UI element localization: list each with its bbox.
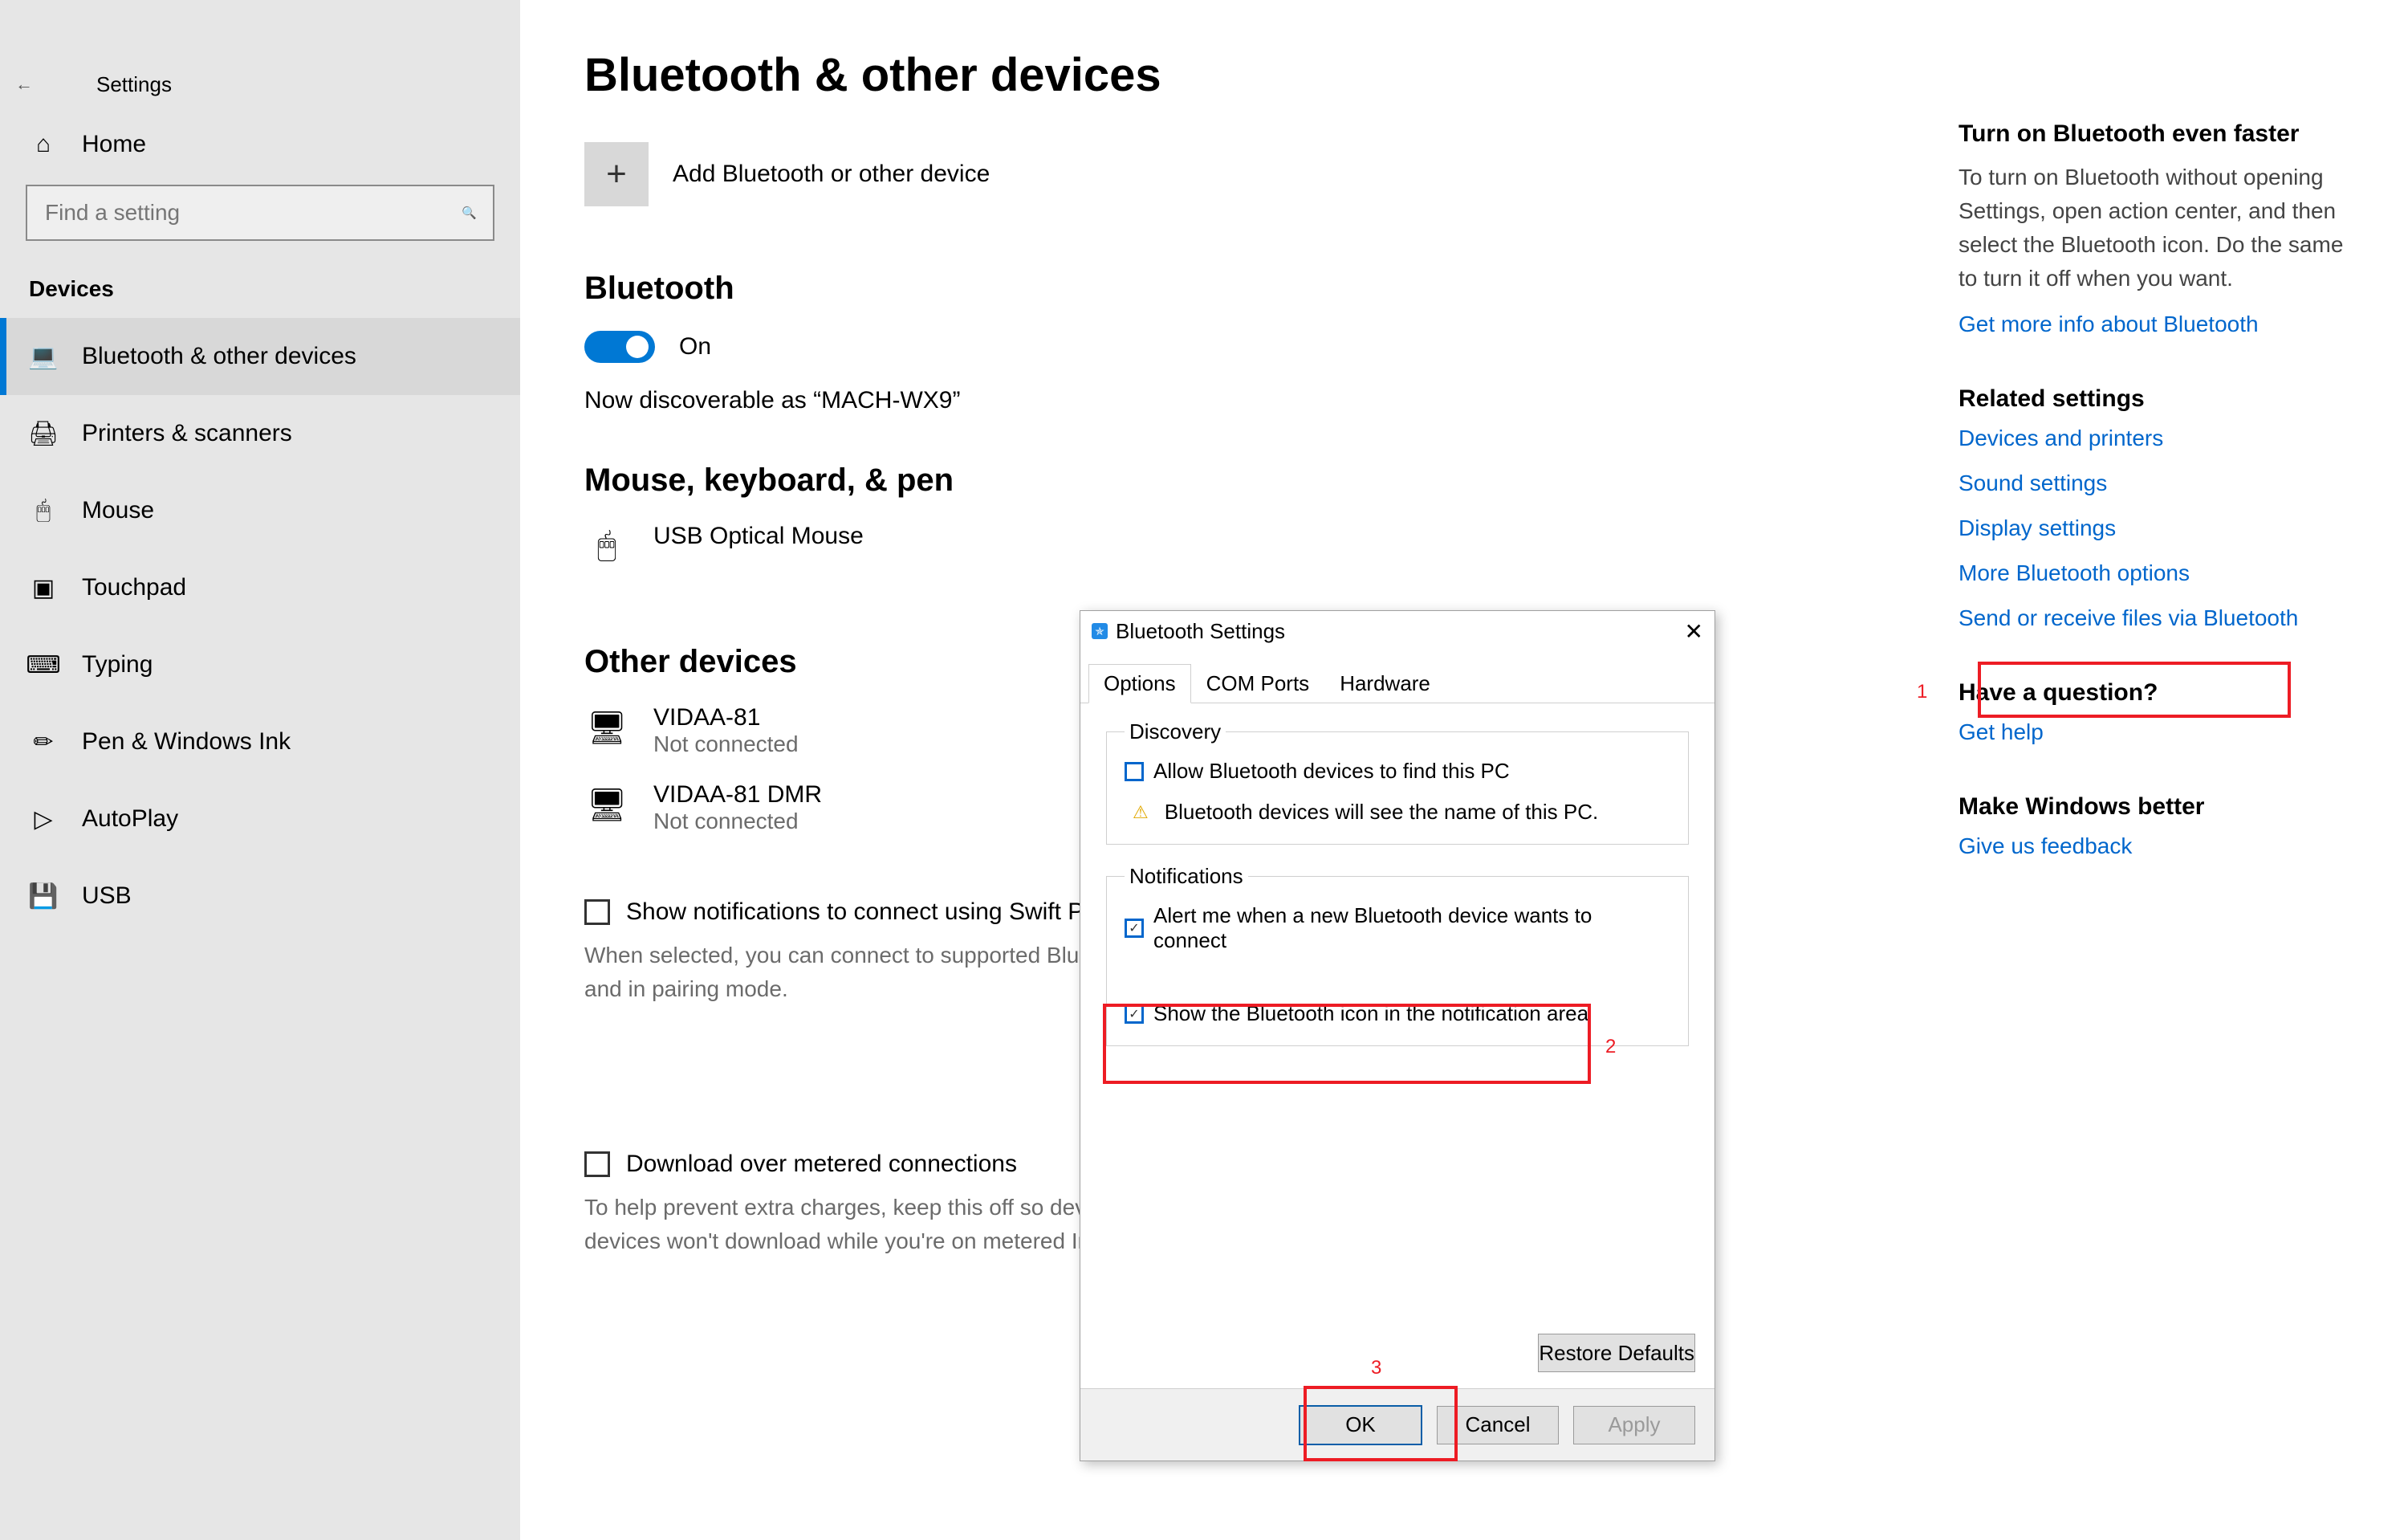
usb-icon: 💾 bbox=[29, 882, 58, 911]
allow-discovery-label: Allow Bluetooth devices to find this PC bbox=[1153, 759, 1510, 784]
nav-home[interactable]: ⌂ Home bbox=[0, 112, 520, 177]
settings-sidebar: ← Settings ⌂ Home 🔍 Devices 💻 Bluetooth … bbox=[0, 0, 520, 1540]
swift-pair-checkbox[interactable] bbox=[584, 899, 610, 925]
settings-aside: Turn on Bluetooth even faster To turn on… bbox=[1959, 120, 2344, 878]
nav-label: AutoPlay bbox=[82, 805, 178, 833]
show-bluetooth-icon-checkbox[interactable] bbox=[1125, 1004, 1144, 1024]
ok-button[interactable]: OK bbox=[1299, 1405, 1422, 1445]
metered-label: Download over metered connections bbox=[626, 1151, 1017, 1178]
nav-home-label: Home bbox=[82, 131, 146, 158]
bluetooth-devices-icon: 💻 bbox=[29, 343, 58, 371]
nav-label: Touchpad bbox=[82, 574, 186, 601]
search-field[interactable]: 🔍 bbox=[26, 185, 494, 241]
screen-device-icon: 🖥 bbox=[584, 704, 629, 747]
warning-icon: ⚠ bbox=[1133, 802, 1149, 823]
notifications-legend: Notifications bbox=[1125, 864, 1248, 889]
nav-touchpad[interactable]: ▣ Touchpad bbox=[0, 549, 520, 626]
discovery-legend: Discovery bbox=[1125, 719, 1226, 744]
link-send-receive-files[interactable]: Send or receive files via Bluetooth bbox=[1959, 605, 2344, 631]
add-device-label: Add Bluetooth or other device bbox=[673, 161, 990, 188]
alert-new-device-label: Alert me when a new Bluetooth device wan… bbox=[1153, 903, 1670, 953]
discovery-warning-text: Bluetooth devices will see the name of t… bbox=[1165, 800, 1599, 825]
metered-checkbox[interactable] bbox=[584, 1151, 610, 1177]
mouse-icon: 🖱 bbox=[29, 497, 58, 524]
link-get-help[interactable]: Get help bbox=[1959, 719, 2344, 745]
device-status: Not connected bbox=[653, 809, 822, 834]
link-display-settings[interactable]: Display settings bbox=[1959, 515, 2344, 541]
nav-label: Typing bbox=[82, 651, 153, 678]
discovery-fieldset: Discovery Allow Bluetooth devices to fin… bbox=[1106, 719, 1689, 845]
dialog-button-row: OK Cancel Apply bbox=[1080, 1388, 1714, 1461]
dialog-title: Bluetooth Settings bbox=[1116, 619, 1285, 644]
dialog-titlebar[interactable]: ✯ Bluetooth Settings ✕ bbox=[1080, 611, 1714, 651]
nav-label: Bluetooth & other devices bbox=[82, 343, 356, 370]
dialog-close-button[interactable]: ✕ bbox=[1685, 618, 1703, 645]
mouse-device-icon: 🖱 bbox=[584, 523, 629, 564]
autoplay-icon: ▷ bbox=[29, 805, 58, 833]
dialog-tabs: Options COM Ports Hardware bbox=[1080, 651, 1714, 703]
nav-typing[interactable]: ⌨ Typing bbox=[0, 626, 520, 703]
nav-mouse[interactable]: 🖱 Mouse bbox=[0, 472, 520, 549]
tab-options[interactable]: Options bbox=[1088, 664, 1191, 703]
link-more-bluetooth-options[interactable]: More Bluetooth options bbox=[1959, 560, 2344, 586]
allow-discovery-checkbox[interactable] bbox=[1125, 762, 1144, 781]
link-give-feedback[interactable]: Give us feedback bbox=[1959, 833, 2344, 859]
bluetooth-toggle[interactable] bbox=[584, 331, 655, 363]
cancel-button[interactable]: Cancel bbox=[1437, 1406, 1559, 1444]
back-button[interactable]: ← bbox=[0, 74, 48, 95]
touchpad-icon: ▣ bbox=[29, 574, 58, 602]
page-title: Bluetooth & other devices bbox=[584, 48, 2344, 102]
search-icon: 🔍 bbox=[462, 206, 477, 220]
pen-icon: ✏ bbox=[29, 728, 58, 756]
swift-pair-label: Show notifications to connect using Swif… bbox=[626, 898, 1111, 926]
link-devices-printers[interactable]: Devices and printers bbox=[1959, 426, 2344, 451]
nav-label: Mouse bbox=[82, 497, 154, 524]
bluetooth-toggle-state: On bbox=[679, 333, 711, 361]
tab-com-ports[interactable]: COM Ports bbox=[1191, 664, 1325, 703]
home-icon: ⌂ bbox=[29, 131, 58, 158]
nav-bluetooth-devices[interactable]: 💻 Bluetooth & other devices bbox=[0, 318, 520, 395]
device-status: Not connected bbox=[653, 731, 799, 757]
dialog-body: Discovery Allow Bluetooth devices to fin… bbox=[1080, 703, 1714, 1397]
category-header: Devices bbox=[0, 260, 520, 318]
related-title: Related settings bbox=[1959, 385, 2344, 413]
tip-body: To turn on Bluetooth without opening Set… bbox=[1959, 161, 2344, 295]
plus-icon: + bbox=[584, 142, 649, 206]
link-more-bluetooth-info[interactable]: Get more info about Bluetooth bbox=[1959, 312, 2344, 337]
nav-usb[interactable]: 💾 USB bbox=[0, 858, 520, 935]
alert-new-device-checkbox[interactable] bbox=[1125, 919, 1144, 938]
window-title: Settings bbox=[48, 72, 172, 97]
nav-autoplay[interactable]: ▷ AutoPlay bbox=[0, 780, 520, 858]
screen-device-icon: 🖥 bbox=[584, 781, 629, 824]
restore-defaults-button[interactable]: Restore Defaults bbox=[1538, 1334, 1695, 1372]
show-bluetooth-icon-label: Show the Bluetooth icon in the notificat… bbox=[1153, 1001, 1588, 1026]
keyboard-icon: ⌨ bbox=[29, 651, 58, 679]
link-sound-settings[interactable]: Sound settings bbox=[1959, 471, 2344, 496]
search-input[interactable] bbox=[43, 199, 462, 226]
question-title: Have a question? bbox=[1959, 679, 2344, 707]
printer-icon: 🖨 bbox=[29, 420, 58, 448]
bluetooth-icon: ✯ bbox=[1092, 623, 1108, 639]
apply-button[interactable]: Apply bbox=[1573, 1406, 1695, 1444]
device-name: VIDAA-81 bbox=[653, 704, 799, 731]
tab-hardware[interactable]: Hardware bbox=[1324, 664, 1446, 703]
device-name: USB Optical Mouse bbox=[653, 523, 864, 550]
tip-title: Turn on Bluetooth even faster bbox=[1959, 120, 2344, 148]
nav-label: Pen & Windows Ink bbox=[82, 728, 291, 756]
bluetooth-settings-dialog: ✯ Bluetooth Settings ✕ Options COM Ports… bbox=[1080, 610, 1715, 1461]
device-name: VIDAA-81 DMR bbox=[653, 781, 822, 809]
nav-printers[interactable]: 🖨 Printers & scanners bbox=[0, 395, 520, 472]
nav-pen[interactable]: ✏ Pen & Windows Ink bbox=[0, 703, 520, 780]
nav-label: Printers & scanners bbox=[82, 420, 292, 447]
feedback-title: Make Windows better bbox=[1959, 793, 2344, 821]
notifications-fieldset: Notifications Alert me when a new Blueto… bbox=[1106, 864, 1689, 1046]
nav-label: USB bbox=[82, 882, 132, 910]
